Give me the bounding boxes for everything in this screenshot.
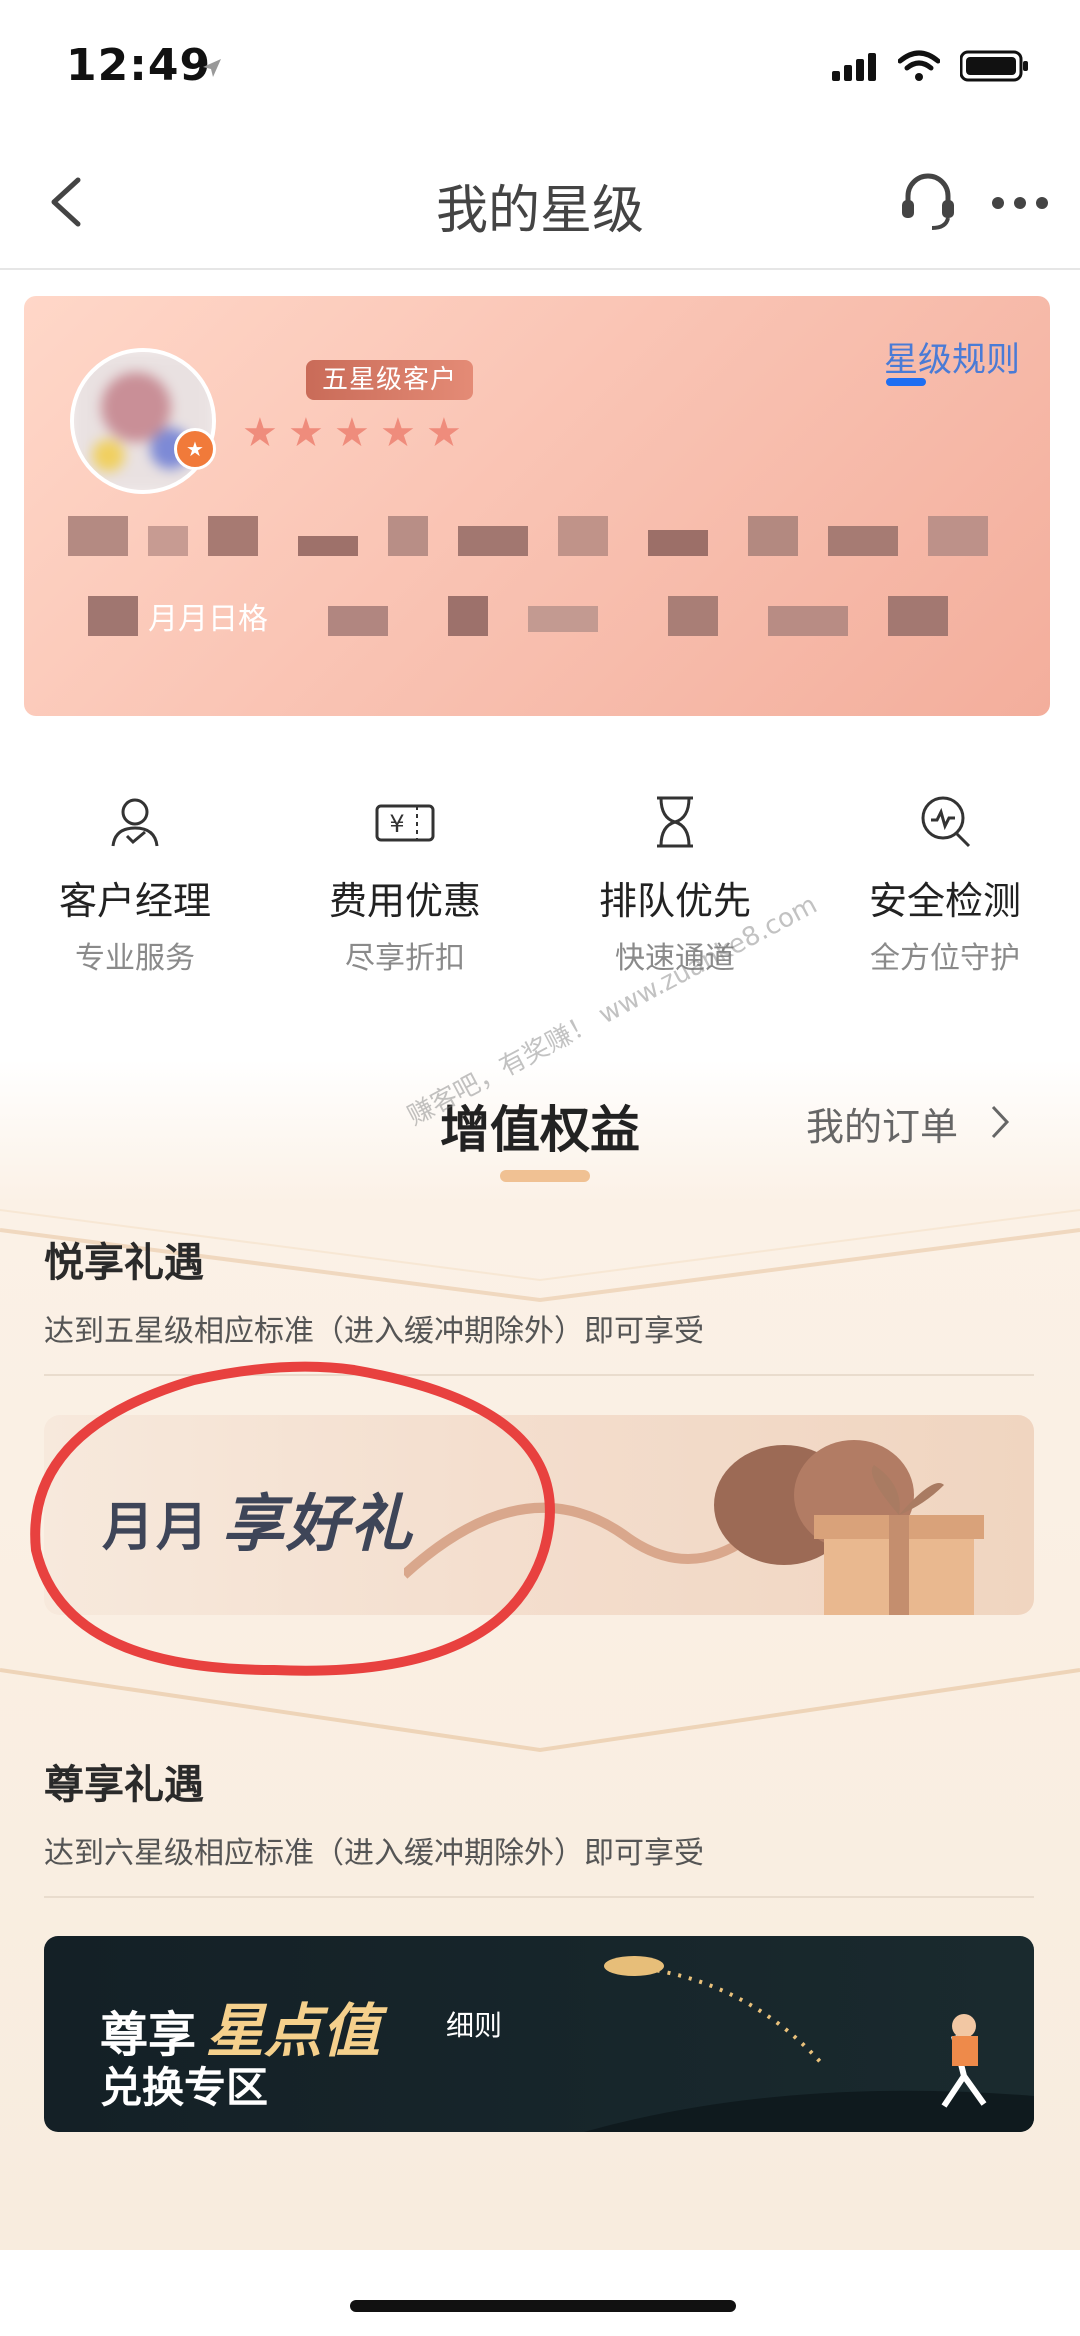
rules-underline (886, 378, 926, 386)
blurred-text: 月月日格 (148, 602, 268, 637)
divider (44, 1896, 1034, 1898)
benefit-sub: 尽享折扣 (345, 941, 465, 976)
star-icon: ★ (380, 410, 416, 456)
ticket-yen-icon: ¥ (375, 804, 435, 842)
benefit-title: 安全检测 (868, 879, 1021, 923)
star-level-card: ★ 五星级客户 ★ ★ ★ ★ ★ 星级规则 月月日格 (24, 296, 1050, 716)
section-desc-yuexiang: 达到五星级相应标准（进入缓冲期除外）即可享受 (44, 1314, 704, 1349)
benefits-grid: 客户经理 专业服务 ¥ 费用优惠 尽享折扣 排队优先 快速通道 安全检测 全方位… (0, 790, 1080, 980)
status-time: 12:49 (66, 40, 212, 91)
wifi-icon (898, 50, 940, 81)
nav-bar: 我的星级 (0, 140, 1080, 270)
more-icon[interactable] (990, 194, 1050, 212)
headset-icon[interactable] (898, 168, 958, 234)
benefit-sub: 专业服务 (75, 941, 195, 976)
blurred-info: 月月日格 (68, 516, 1008, 666)
shield-scan-icon (921, 796, 971, 848)
section-desc-zunxiang: 达到六星级相应标准（进入缓冲期除外）即可享受 (44, 1836, 704, 1871)
benefit-title: 客户经理 (58, 879, 211, 923)
star-icon: ★ (426, 410, 462, 456)
user-icon (111, 798, 159, 847)
star-rules-link[interactable]: 星级规则 (884, 332, 1020, 381)
star-icon: ★ (334, 410, 370, 456)
star-badge-icon: ★ (174, 428, 216, 470)
status-bar: 12:49 (0, 0, 1080, 140)
title-underline (500, 1170, 590, 1182)
star-points-banner[interactable]: 尊享 星点值 细则 兑换专区 (44, 1936, 1034, 2132)
star-icon: ★ (242, 410, 278, 456)
benefit-fee-discount[interactable]: ¥ 费用优惠 尽享折扣 (285, 790, 525, 980)
section-title-yuexiang: 悦享礼遇 (44, 1240, 204, 1286)
night-runner-icon (584, 1956, 1034, 2132)
svg-text:¥: ¥ (389, 810, 404, 838)
my-orders-link[interactable]: 我的订单 (806, 1096, 958, 1151)
location-arrow-icon (203, 59, 221, 77)
signal-icon (832, 53, 876, 81)
battery-icon (960, 50, 1028, 82)
highlight-circle-annotation (30, 1361, 555, 1676)
banner-detail-link[interactable]: 细则 (446, 2004, 502, 2044)
star-rating: ★ ★ ★ ★ ★ (242, 410, 464, 456)
hourglass-icon (657, 796, 693, 848)
avatar (70, 348, 216, 494)
home-indicator[interactable] (350, 2300, 736, 2312)
banner-line2: 兑换专区 (100, 2063, 269, 2112)
benefit-account-manager[interactable]: 客户经理 专业服务 (15, 790, 255, 980)
section-title-zunxiang: 尊享礼遇 (44, 1762, 204, 1808)
benefit-title: 费用优惠 (328, 879, 481, 923)
chevron-right-icon[interactable] (990, 1104, 1010, 1140)
status-icons (832, 50, 1030, 82)
benefit-security-check[interactable]: 安全检测 全方位守护 (825, 790, 1065, 980)
level-badge: 五星级客户 (306, 360, 474, 400)
benefit-sub: 全方位守护 (870, 941, 1020, 976)
benefit-queue-priority[interactable]: 排队优先 快速通道 (555, 790, 795, 980)
star-icon: ★ (288, 410, 324, 456)
